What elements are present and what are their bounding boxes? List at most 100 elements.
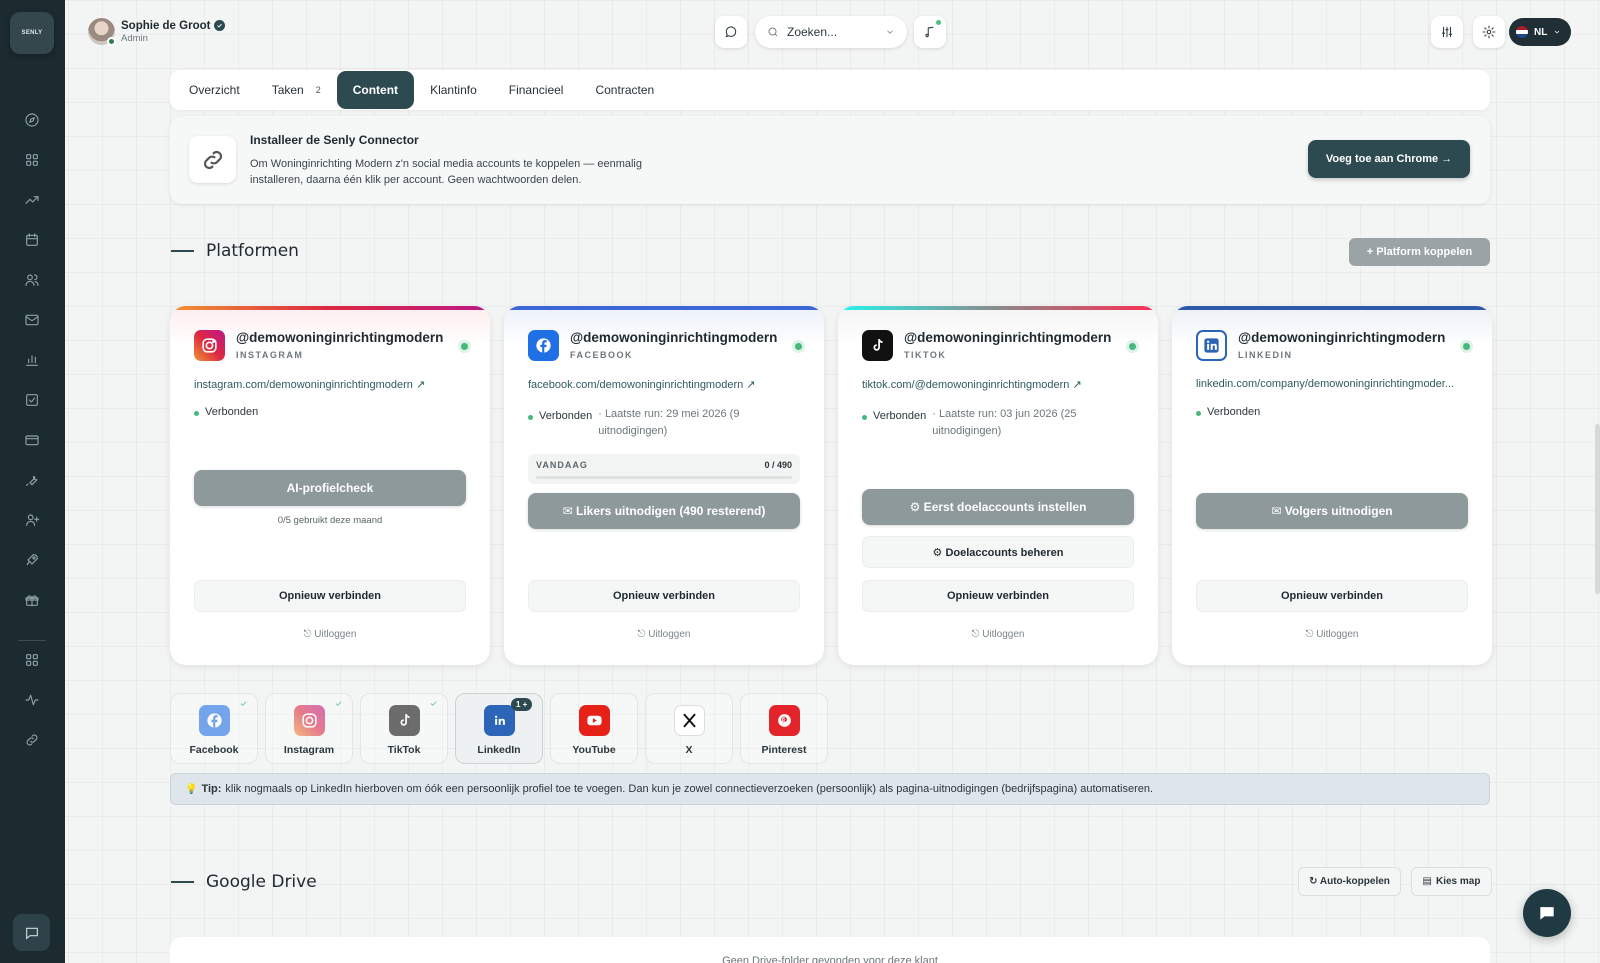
sidebar-chat-button[interactable] [13,914,50,951]
rocket-icon[interactable] [22,550,42,570]
tab-overzicht[interactable]: Overzicht [173,71,256,109]
language-selector[interactable]: NL [1509,18,1571,46]
user-plus-icon[interactable] [22,510,42,530]
link-icon[interactable] [22,730,42,750]
search-icon [768,27,778,37]
profile-link[interactable]: tiktok.com/@demowoninginrichtingmodern ↗ [862,378,1138,391]
tab-taken[interactable]: Taken 2 [256,71,337,109]
chevron-down-icon [887,30,893,34]
facebook-icon [199,705,230,736]
account-handle: @demowoninginrichtingmodern [236,330,444,345]
bar-chart-icon[interactable] [22,350,42,370]
account-handle: @demowoninginrichtingmodern [570,330,778,345]
status-indicator [194,411,199,416]
picker-label: LinkedIn [477,744,521,756]
setup-target-accounts-button[interactable]: ⚙ Eerst doelaccounts instellen [862,489,1134,525]
wrench-icon[interactable] [22,470,42,490]
reconnect-button[interactable]: Opnieuw verbinden [1196,580,1468,612]
last-run-text: · Laatste run: 03 jun 2026 (25 uitnodigi… [932,408,1077,437]
support-chat-button[interactable] [1523,889,1571,937]
reconnect-button[interactable]: Opnieuw verbinden [862,580,1134,612]
calendar-icon[interactable] [22,230,42,250]
tab-klantinfo[interactable]: Klantinfo [414,71,493,109]
logout-link[interactable]: ⎋ Uitloggen [528,629,800,640]
folder-icon: ▤ [1422,876,1432,887]
connector-banner: Installeer de Senly Connector Om Woningi… [170,116,1490,204]
apps-icon[interactable] [22,650,42,670]
profile-link[interactable]: instagram.com/demowoninginrichtingmodern… [194,378,470,391]
tab-label: Contracten [595,83,655,97]
settings-button[interactable] [1473,16,1505,48]
invite-followers-button[interactable]: ✉ Volgers uitnodigen [1196,493,1468,529]
ai-profile-check-button[interactable]: AI-profielcheck [194,470,466,506]
profile-link[interactable]: linkedin.com/company/demowoninginrichtin… [1196,378,1472,390]
user-name: Sophie de Groot [121,19,211,32]
tab-financieel[interactable]: Financieel [493,71,580,109]
account-handle: @demowoninginrichtingmodern [1238,330,1446,345]
checklist-icon[interactable] [22,390,42,410]
compass-icon[interactable] [22,110,42,130]
music-status-dot [936,20,941,25]
activity-icon[interactable] [22,690,42,710]
users-icon[interactable] [22,270,42,290]
picker-x[interactable]: X [645,693,733,764]
filters-button[interactable] [1431,16,1463,48]
online-indicator [107,37,116,46]
picker-youtube[interactable]: YouTube [550,693,638,764]
add-to-chrome-button[interactable]: Voeg toe aan Chrome → [1308,140,1470,178]
logout-link[interactable]: ⎋ Uitloggen [862,629,1134,640]
connection-status: Verbonden · Laatste run: 03 jun 2026 (25 … [862,408,1112,440]
picker-facebook[interactable]: Facebook [170,693,258,764]
grid-icon[interactable] [22,150,42,170]
check-icon [239,699,248,708]
search-input[interactable]: Zoeken... [755,16,907,48]
status-dot [461,343,468,350]
tab-contracten[interactable]: Contracten [579,71,670,109]
language-label: NL [1534,26,1548,38]
auto-link-button[interactable]: ↻ Auto-koppelen [1298,867,1401,896]
picker-pinterest[interactable]: Pinterest [740,693,828,764]
connect-platform-button[interactable]: + Platform koppelen [1349,238,1490,266]
picker-tiktok[interactable]: TikTok [360,693,448,764]
messages-button[interactable] [715,16,747,48]
card-icon[interactable] [22,430,42,450]
choose-folder-button[interactable]: ▤ Kies map [1411,867,1492,896]
picker-label: Instagram [283,744,335,756]
status-indicator [862,415,867,420]
trending-icon[interactable] [22,190,42,210]
status-indicator [528,415,533,420]
gift-icon[interactable] [22,590,42,610]
picker-linkedin[interactable]: 1 + LinkedIn [455,693,543,764]
logout-link[interactable]: ⎋ Uitloggen [1196,629,1468,640]
tip-text: klik nogmaals op LinkedIn hierboven om ó… [225,783,1154,795]
connector-title: Installeer de Senly Connector [250,133,419,147]
heading-dash [171,250,194,252]
music-button[interactable] [914,16,946,48]
x-logo-icon [674,705,705,736]
picker-instagram[interactable]: Instagram [265,693,353,764]
tab-label: Financieel [508,83,564,97]
profile-link[interactable]: facebook.com/demowoninginrichtingmodern … [528,378,804,391]
page-scrollbar[interactable] [1595,424,1600,594]
user-profile[interactable]: Sophie de Groot Admin [88,18,226,46]
platform-card-facebook: @demowoninginrichtingmodern FACEBOOK fac… [504,306,824,665]
status-text: Verbonden [1207,406,1261,418]
platform-card-instagram: @demowoninginrichtingmodern INSTAGRAM in… [170,306,490,665]
logout-link[interactable]: ⎋ Uitloggen [194,629,466,640]
app-logo[interactable]: SENLY [10,12,54,54]
logo-text: SENLY [21,30,43,36]
tab-content[interactable]: Content [336,71,415,109]
invite-likers-button[interactable]: ✉ Likers uitnodigen (490 resterend) [528,493,800,529]
reconnect-button[interactable]: Opnieuw verbinden [194,580,466,612]
picker-label: Pinterest [761,744,807,756]
tab-label: Overzicht [189,83,240,97]
manage-target-accounts-button[interactable]: ⚙ Doelaccounts beheren [862,536,1134,568]
reconnect-button[interactable]: Opnieuw verbinden [528,580,800,612]
status-text: Verbonden [205,406,259,418]
tab-bar: Overzicht Taken 2 Content Klantinfo Finan… [170,70,1490,110]
pinterest-icon [769,705,800,736]
status-indicator [1196,411,1201,416]
avatar [88,18,116,46]
mail-icon[interactable] [22,310,42,330]
message-icon [725,26,737,38]
